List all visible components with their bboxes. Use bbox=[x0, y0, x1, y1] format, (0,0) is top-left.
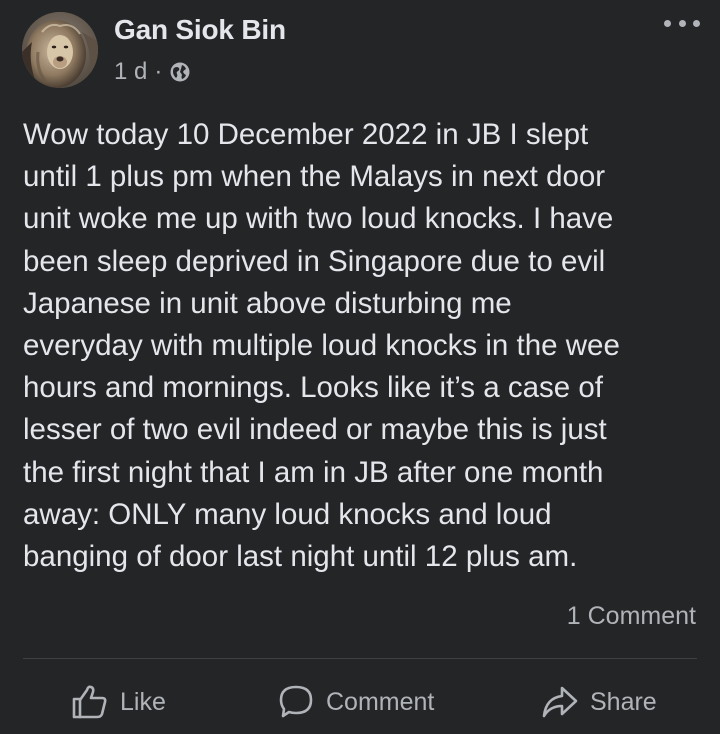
comment-label: Comment bbox=[326, 687, 435, 716]
share-button[interactable]: Share bbox=[540, 674, 657, 730]
post-card: Gan Siok Bin 1 d · Wow today 10 December… bbox=[0, 0, 720, 734]
share-label: Share bbox=[590, 687, 657, 716]
like-label: Like bbox=[120, 687, 166, 716]
post-body-line: banging of door last night until 12 plus… bbox=[23, 540, 578, 574]
post-timestamp[interactable]: 1 d bbox=[114, 58, 147, 86]
more-dot bbox=[664, 19, 671, 27]
more-options-button[interactable] bbox=[664, 12, 700, 34]
post-body-line: everyday with multiple loud knocks in th… bbox=[23, 329, 620, 363]
post-body-line: away: ONLY many loud knocks and loud bbox=[23, 497, 552, 531]
post-body-line: hours and mornings. Looks like it’s a ca… bbox=[23, 371, 603, 405]
post-body-line: been sleep deprived in Singapore due to … bbox=[23, 244, 606, 278]
action-bar: Like Comment Share bbox=[0, 674, 720, 730]
comment-count-link[interactable]: 1 Comment bbox=[567, 602, 696, 631]
comment-button[interactable]: Comment bbox=[276, 674, 434, 730]
lion-avatar-image bbox=[22, 12, 98, 88]
thumbs-up-icon bbox=[72, 685, 107, 719]
meta-separator: · bbox=[154, 58, 163, 85]
post-body-line: unit woke me up with two loud knocks. I … bbox=[23, 202, 614, 236]
post-body: Wow today 10 December 2022 in JB I slept… bbox=[23, 114, 703, 578]
post-body-line: until 1 plus pm when the Malays in next … bbox=[23, 160, 606, 194]
more-dot bbox=[678, 19, 686, 27]
more-dot bbox=[693, 19, 700, 27]
post-body-line: Wow today 10 December 2022 in JB I slept bbox=[23, 118, 589, 151]
post-body-line: lesser of two evil indeed or maybe this … bbox=[23, 413, 607, 447]
author-name[interactable]: Gan Siok Bin bbox=[114, 14, 286, 46]
post-body-line: the first night that I am in JB after on… bbox=[23, 455, 604, 489]
like-button[interactable]: Like bbox=[70, 674, 166, 730]
share-arrow-icon bbox=[542, 686, 578, 718]
divider bbox=[23, 658, 697, 659]
post-body-line: Japanese in unit above disturbing me bbox=[23, 286, 512, 320]
globe-icon[interactable] bbox=[169, 61, 191, 83]
post-meta: 1 d · bbox=[114, 58, 191, 86]
comment-bubble-icon bbox=[279, 685, 313, 718]
avatar[interactable] bbox=[22, 12, 98, 88]
